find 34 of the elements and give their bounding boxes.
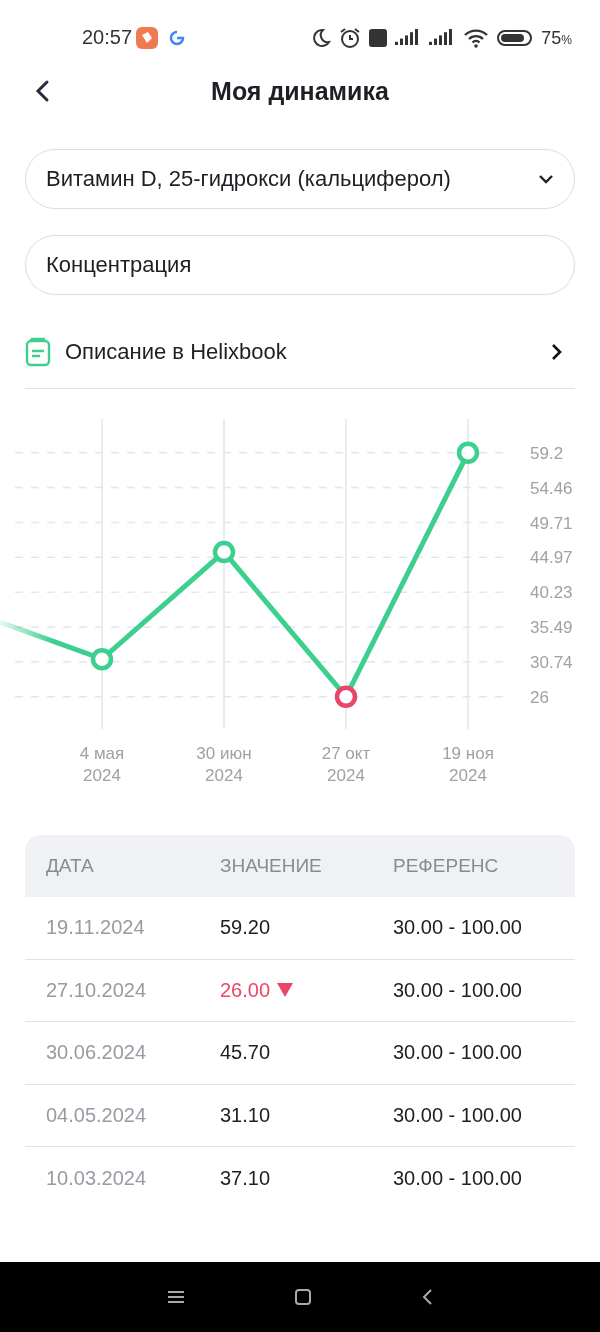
column-header: ДАТА bbox=[46, 855, 95, 877]
date-cell-text: 10.03.2024 bbox=[46, 1166, 148, 1190]
clock: 20:57 bbox=[82, 26, 133, 49]
y-tick-label: 44.97 bbox=[530, 548, 573, 568]
column-header: ЗНАЧЕНИЕ bbox=[220, 855, 323, 877]
y-tick-label: 54.46 bbox=[530, 478, 573, 498]
reference-cell-text: 30.00 - 100.00 bbox=[393, 916, 523, 940]
date-cell-text: 19.11.2024 bbox=[46, 916, 146, 940]
value-cell-text: 31.10 bbox=[220, 1103, 272, 1127]
reference-cell-text: 30.00 - 100.00 bbox=[393, 1041, 523, 1065]
helixbook-link[interactable]: Описание в Helixbook bbox=[25, 321, 575, 389]
y-tick-label: 40.23 bbox=[530, 583, 573, 603]
y-tick-label: 26 bbox=[530, 687, 549, 707]
x-tick-label: 30 июн 2024 bbox=[196, 744, 252, 785]
battery-level: 75% bbox=[541, 28, 572, 48]
x-tick-label: 4 мая 2024 bbox=[79, 744, 125, 785]
value-cell-text: 37.10 bbox=[220, 1166, 272, 1190]
y-tick-label: 35.49 bbox=[530, 617, 573, 637]
x-tick-label: 19 ноя 2024 bbox=[442, 744, 494, 785]
value-cell-text: 45.70 bbox=[220, 1041, 272, 1065]
reference-cell-text: 30.00 - 100.00 bbox=[393, 1166, 523, 1190]
screen-title: Моя динамика bbox=[211, 76, 389, 106]
date-cell-text: 04.05.2024 bbox=[46, 1103, 148, 1127]
column-header: РЕФЕРЕНС bbox=[393, 855, 500, 877]
y-tick-label: 59.2 bbox=[530, 443, 564, 463]
reference-cell-text: 30.00 - 100.00 bbox=[393, 978, 523, 1002]
value-cell: 26.00 bbox=[220, 978, 393, 1002]
date-cell-text: 30.06.2024 bbox=[46, 1041, 148, 1065]
reference-cell-text: 30.00 - 100.00 bbox=[393, 1103, 523, 1127]
date-cell-text: 27.10.2024 bbox=[46, 978, 148, 1002]
value-cell-text: 59.20 bbox=[220, 916, 272, 940]
x-tick-label: 27 окт 2024 bbox=[321, 744, 371, 785]
y-tick-label: 49.71 bbox=[530, 513, 573, 533]
y-tick-label: 30.74 bbox=[530, 652, 573, 672]
